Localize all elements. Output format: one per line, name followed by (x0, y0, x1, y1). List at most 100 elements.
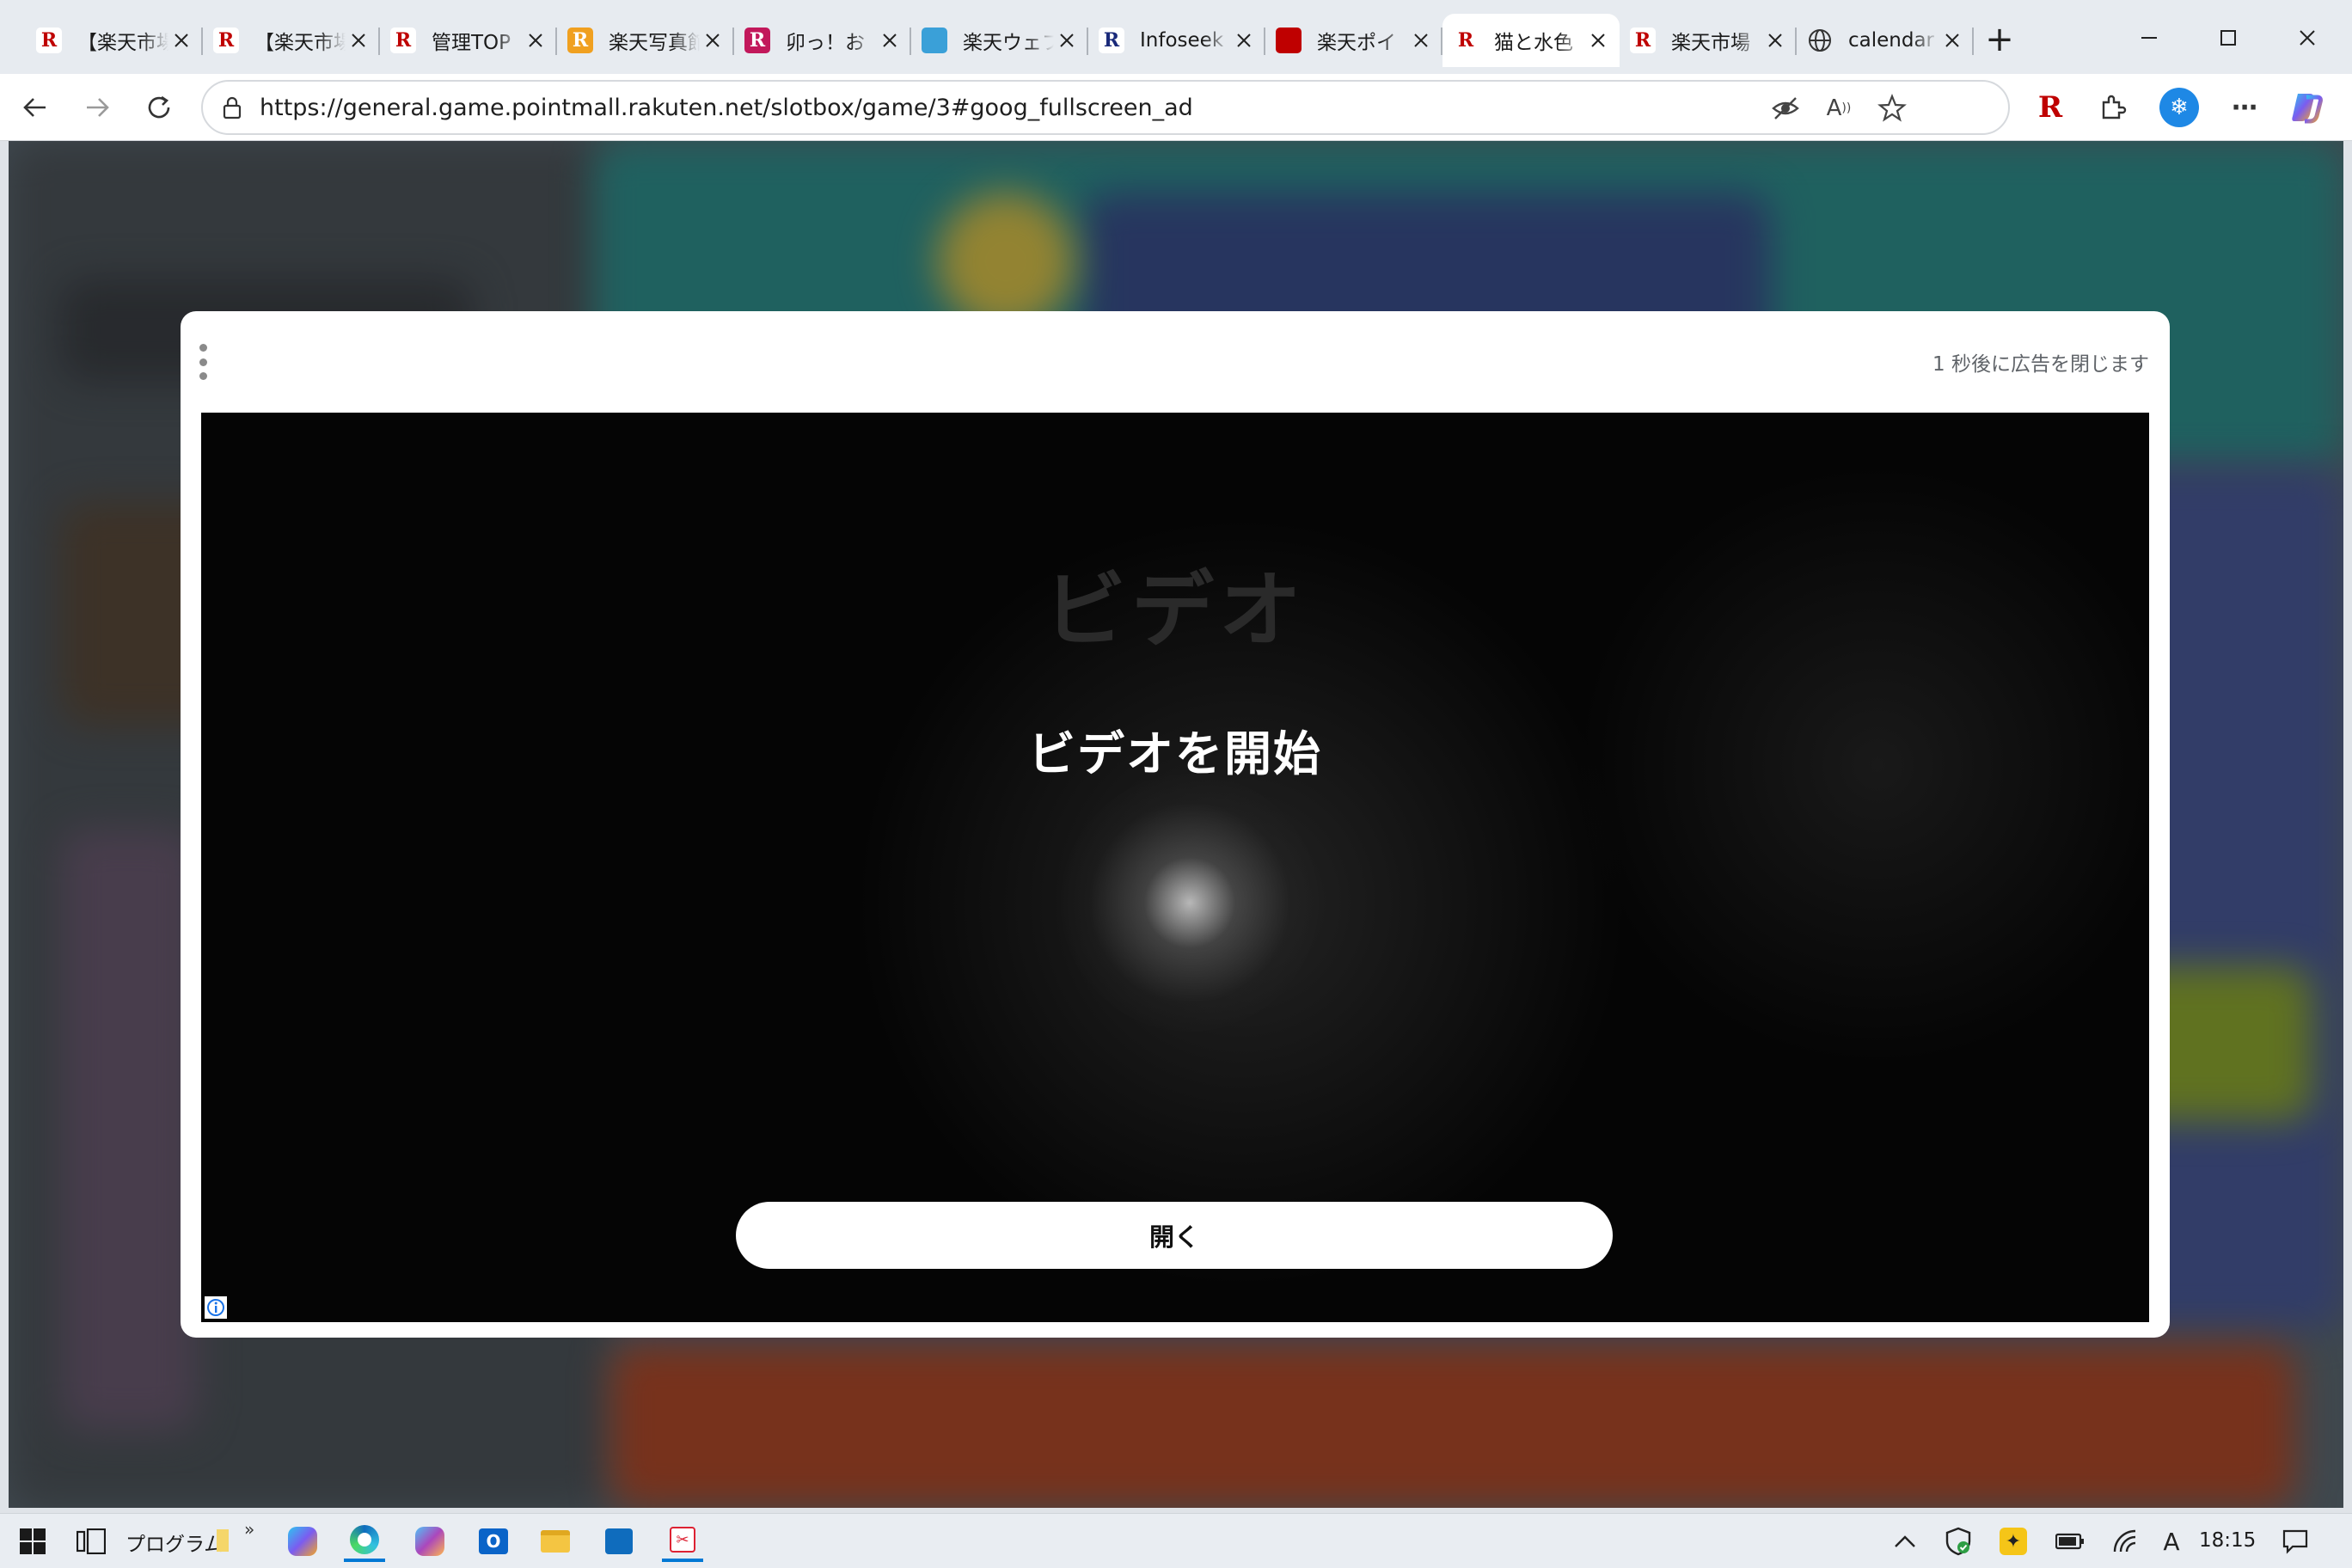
taskbar-file-explorer[interactable] (535, 1521, 576, 1562)
tab-title: 猫と水色 (1494, 32, 1573, 54)
browser-tab[interactable]: R 卯っ！お (734, 14, 911, 67)
toolbar-overflow-chevron[interactable]: » (244, 1519, 254, 1540)
rakuten-point-icon (1276, 28, 1302, 53)
battery-icon[interactable] (2053, 1524, 2087, 1559)
video-light-glow (1061, 774, 1319, 1032)
browser-tab[interactable]: calendar (1797, 14, 1974, 67)
extensions-icon[interactable] (2091, 86, 2134, 129)
windows-taskbar: プログラム » O ✂ ✦ A 18:15 (0, 1513, 2352, 1568)
tab-title: 楽天写真館 (609, 32, 700, 54)
url-text[interactable]: https://general.game.pointmall.rakuten.n… (260, 95, 1193, 121)
tab-title: 楽天市場 (1671, 32, 1750, 54)
profile-avatar[interactable]: ❄ (2158, 86, 2201, 129)
maximize-icon (2220, 30, 2236, 46)
browser-tab[interactable]: R Infoseek (1088, 14, 1265, 67)
programs-toolbar-label[interactable]: プログラム (126, 1528, 224, 1557)
folder-icon[interactable] (217, 1529, 229, 1552)
tab-title: 【楽天市場】 (77, 32, 168, 54)
rakuten-r-icon: R (36, 28, 62, 53)
tab-title: 楽天ウェブ (963, 32, 1054, 54)
browser-tab[interactable]: R 楽天写真館 (557, 14, 734, 67)
rakuten-r-icon: R (213, 28, 239, 53)
address-bar[interactable]: https://general.game.pointmall.rakuten.n… (201, 80, 2010, 135)
taskbar-outlook[interactable]: O (473, 1521, 514, 1562)
tab-title: 管理TOP (432, 32, 511, 54)
tab-strip: R 【楽天市場】 R 【楽天市場】 R 管理TOP R 楽天写真館 R 卯っ！お 楽天ウェブ R Inf… (0, 0, 2352, 74)
rakuten-r-icon: R (1453, 28, 1479, 53)
tab-close-icon[interactable] (1585, 28, 1611, 53)
taskbar-copilot-m365[interactable] (409, 1521, 450, 1562)
browser-tab[interactable]: R 【楽天市場】 (203, 14, 380, 67)
snipping-tool-icon: ✂ (670, 1527, 695, 1553)
browser-tab[interactable]: 楽天ポイ (1265, 14, 1442, 67)
back-button[interactable] (14, 86, 57, 129)
task-view-icon (77, 1528, 106, 1554)
taskbar-store[interactable] (598, 1521, 640, 1562)
ad-headline[interactable]: ビデオを開始 (201, 715, 2149, 784)
rakuten-r-icon: R (390, 28, 416, 53)
file-explorer-icon (541, 1530, 570, 1553)
ime-mode-indicator[interactable]: A (2154, 1524, 2189, 1559)
web-page: 1 秒後に広告を閉じます ビデオ ビデオを開始 開く (9, 141, 2343, 1508)
tab-close-icon[interactable] (1231, 28, 1257, 53)
ad-close-countdown: 1 秒後に広告を閉じます (1932, 353, 2149, 376)
start-button[interactable] (12, 1521, 53, 1562)
tab-close-icon[interactable] (1939, 28, 1965, 53)
minimize-icon (2141, 37, 2157, 39)
infoseek-r-icon: R (1099, 28, 1124, 53)
tab-close-icon[interactable] (346, 28, 371, 53)
copilot-icon (288, 1527, 317, 1556)
tracking-prevention-icon[interactable] (1766, 89, 1805, 128)
close-window-button[interactable] (2282, 17, 2333, 58)
copilot-icon[interactable] (2285, 86, 2328, 129)
ad-options-kebab-icon[interactable] (198, 344, 208, 380)
ad-brand-text: ビデオ (1044, 562, 1307, 658)
rakuten-extension-icon[interactable]: R (2029, 86, 2072, 129)
spark-app-icon[interactable]: ✦ (1996, 1524, 2030, 1559)
more-menu-icon[interactable]: ⋯ (2223, 86, 2266, 129)
maximize-button[interactable] (2202, 17, 2254, 58)
windows-logo-icon (20, 1528, 46, 1554)
minimize-button[interactable] (2123, 17, 2175, 58)
read-aloud-icon[interactable]: A)) (1819, 89, 1859, 128)
task-view-button[interactable] (70, 1521, 112, 1562)
tab-close-icon[interactable] (168, 28, 194, 53)
reload-button[interactable] (138, 86, 181, 129)
tray-overflow-chevron-icon[interactable] (1888, 1524, 1922, 1559)
taskbar-copilot[interactable] (282, 1521, 323, 1562)
ad-info-icon[interactable] (205, 1296, 227, 1319)
rakuten-r-icon: R (1630, 28, 1656, 53)
edge-icon (350, 1525, 379, 1554)
favorite-star-icon[interactable] (1872, 89, 1912, 128)
store-icon (605, 1528, 633, 1554)
tab-list: R 【楽天市場】 R 【楽天市場】 R 管理TOP R 楽天写真館 R 卯っ！お 楽天ウェブ R Inf… (26, 14, 1974, 67)
lock-icon[interactable] (218, 94, 246, 121)
forward-button[interactable] (76, 86, 119, 129)
browser-tab[interactable]: R 管理TOP (380, 14, 557, 67)
close-icon (2300, 30, 2315, 46)
snowflake-icon: ❄ (2159, 88, 2199, 127)
tab-title: 【楽天市場】 (254, 32, 346, 54)
taskbar-edge[interactable] (344, 1521, 385, 1562)
ad-video-player[interactable]: ビデオ ビデオを開始 開く (201, 413, 2149, 1322)
tab-close-icon[interactable] (1762, 28, 1788, 53)
tab-close-icon[interactable] (1408, 28, 1434, 53)
new-tab-button[interactable]: + (1981, 20, 2018, 59)
browser-tab[interactable]: R 【楽天市場】 (26, 14, 203, 67)
ad-open-button[interactable]: 開く (736, 1202, 1613, 1269)
tab-close-icon[interactable] (700, 28, 726, 53)
tab-title: calendar (1848, 29, 1935, 52)
wifi-icon[interactable] (2108, 1524, 2142, 1559)
browser-tab[interactable]: R 猫と水色 (1442, 14, 1620, 67)
security-shield-icon[interactable] (1941, 1524, 1975, 1559)
tab-close-icon[interactable] (1054, 28, 1080, 53)
notification-center-icon[interactable] (2278, 1524, 2312, 1559)
browser-tab[interactable]: 楽天ウェブ (911, 14, 1088, 67)
fullscreen-ad-dialog: 1 秒後に広告を閉じます ビデオ ビデオを開始 開く (181, 311, 2170, 1338)
tab-close-icon[interactable] (523, 28, 548, 53)
browser-tab[interactable]: R 楽天市場 (1620, 14, 1797, 67)
taskbar-app-pinned[interactable]: ✂ (662, 1521, 703, 1562)
tab-title: Infoseek (1140, 29, 1224, 52)
clock[interactable]: 18:15 (2199, 1529, 2256, 1552)
tab-close-icon[interactable] (877, 28, 903, 53)
